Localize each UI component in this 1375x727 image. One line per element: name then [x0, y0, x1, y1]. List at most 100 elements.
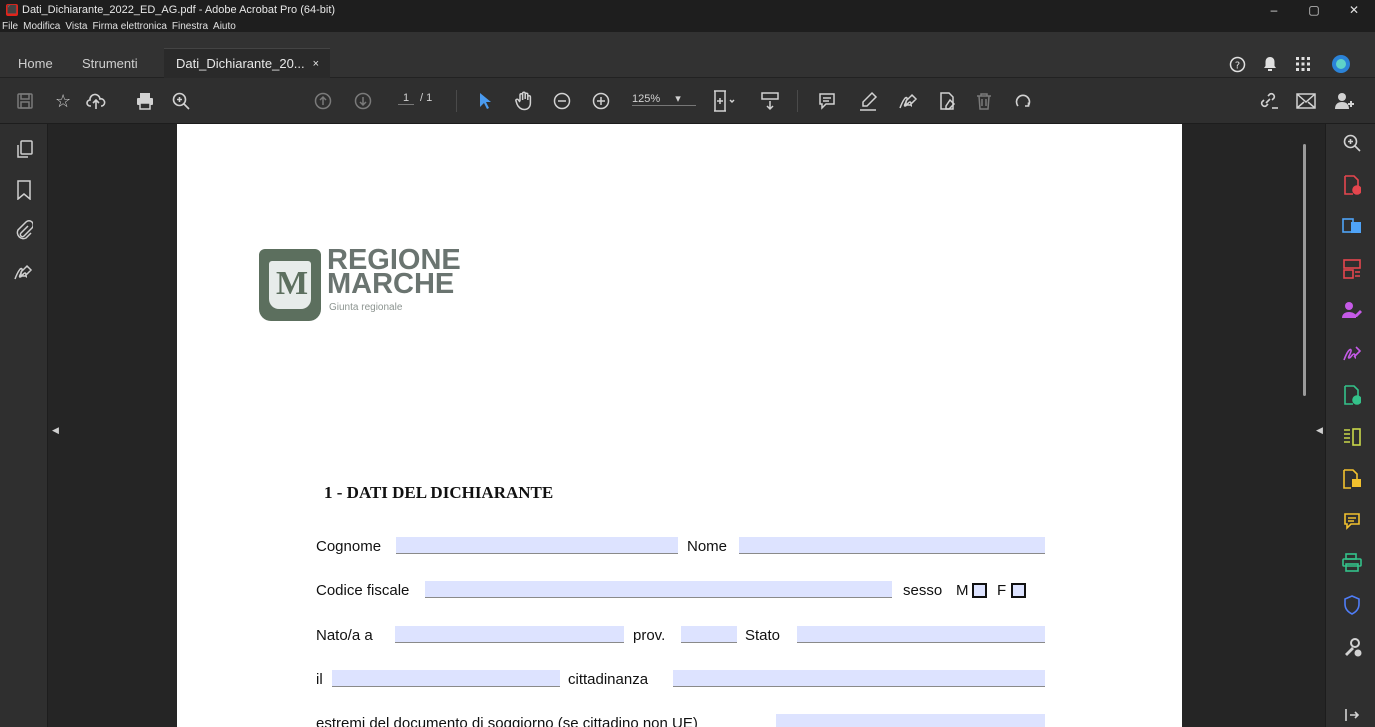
svg-text:?: ? [1234, 60, 1239, 71]
cognome-label: Cognome [316, 538, 382, 555]
menu-finestra[interactable]: Finestra [172, 21, 208, 32]
organize-pages-icon[interactable] [1341, 258, 1363, 280]
nome-label: Nome [687, 538, 728, 555]
bookmarks-icon[interactable] [12, 178, 36, 202]
vertical-scrollbar[interactable] [1301, 124, 1307, 727]
page-thumbnails-icon[interactable] [12, 138, 36, 162]
zoom-out-icon[interactable] [553, 89, 571, 113]
more-tools-icon[interactable] [1341, 636, 1363, 658]
data-nascita-field[interactable] [332, 670, 560, 687]
menu-bar: File Modifica Vista Firma elettronica Fi… [0, 20, 1375, 32]
page-number-input[interactable]: 1 [398, 92, 414, 105]
sesso-m-checkbox[interactable] [972, 583, 987, 598]
restore-button[interactable]: ▢ [1294, 0, 1334, 20]
scan-ocr-icon[interactable] [1341, 552, 1363, 574]
stato-label: Stato [745, 627, 781, 644]
cloud-upload-icon[interactable] [86, 89, 106, 113]
apps-grid-icon[interactable] [1292, 53, 1314, 75]
logo-subtitle: Giunta regionale [329, 302, 403, 313]
protect-icon[interactable] [1341, 594, 1363, 616]
nato-a-label: Nato/a a [316, 627, 373, 644]
stato-field[interactable] [797, 626, 1045, 643]
export-pdf-icon[interactable] [1341, 216, 1363, 238]
scrollbar-thumb[interactable] [1303, 144, 1306, 396]
cittadinanza-label: cittadinanza [568, 671, 649, 688]
combine-files-icon[interactable] [1341, 384, 1363, 406]
search-zoom-icon[interactable] [172, 89, 190, 113]
next-page-icon[interactable] [354, 89, 372, 113]
prov-label: prov. [633, 627, 666, 644]
title-bar: ⬛ Dati_Dichiarante_2022_ED_AG.pdf - Adob… [0, 0, 1375, 20]
share-link-icon[interactable] [1258, 89, 1280, 113]
add-user-icon[interactable] [1334, 89, 1354, 113]
close-tab-icon[interactable]: × [313, 58, 319, 70]
request-signatures-icon[interactable] [1341, 300, 1363, 322]
codice-fiscale-label: Codice fiscale [316, 582, 410, 599]
menu-modifica[interactable]: Modifica [23, 21, 60, 32]
cittadinanza-field[interactable] [673, 670, 1045, 687]
save-icon[interactable] [16, 89, 34, 113]
account-icon[interactable] [1330, 53, 1352, 75]
acrobat-app-icon: ⬛ [6, 4, 18, 16]
codice-fiscale-field[interactable] [425, 581, 892, 598]
provincia-field[interactable] [681, 626, 737, 643]
email-icon[interactable] [1296, 89, 1316, 113]
select-cursor-icon[interactable] [478, 89, 492, 113]
minimize-button[interactable]: – [1254, 0, 1294, 20]
bell-icon[interactable] [1259, 53, 1281, 75]
collapse-left-pane-icon[interactable]: ◀ [52, 425, 59, 436]
attachments-icon[interactable] [12, 218, 36, 242]
tab-document[interactable]: Dati_Dichiarante_20... × [164, 48, 330, 78]
logo-line-2: MARCHE [327, 268, 455, 300]
print-icon[interactable] [136, 89, 154, 113]
il-label: il [316, 671, 323, 688]
cognome-field[interactable] [396, 537, 678, 554]
delete-icon[interactable] [976, 89, 992, 113]
tab-strumenti[interactable]: Strumenti [70, 48, 150, 78]
section-title: 1 - DATI DEL DICHIARANTE [324, 483, 554, 502]
collapse-right-pane-icon[interactable]: ◀ [1316, 425, 1323, 436]
create-pdf-icon[interactable] [1341, 174, 1363, 196]
sesso-f-label: F [997, 582, 1007, 599]
toolbar-divider [797, 90, 798, 112]
tab-home-label: Home [18, 55, 53, 71]
comment-icon[interactable] [818, 89, 836, 113]
page-fit-icon[interactable] [712, 89, 736, 113]
close-window-button[interactable]: ✕ [1334, 0, 1374, 20]
zoom-in-icon[interactable] [592, 89, 610, 113]
sesso-label: sesso [903, 582, 943, 599]
scroll-mode-icon[interactable] [760, 89, 780, 113]
previous-page-icon[interactable] [314, 89, 332, 113]
sesso-m-label: M [956, 582, 969, 599]
estremi-documento-label: estremi del documento di soggiorno (se c… [316, 715, 698, 727]
luogo-nascita-field[interactable] [395, 626, 624, 643]
zoom-level-dropdown[interactable]: 125% ▾ [632, 92, 696, 106]
fill-sign-icon[interactable] [1341, 342, 1363, 364]
edit-pdf-tool-icon[interactable] [1341, 468, 1363, 490]
highlighter-icon[interactable] [858, 89, 878, 113]
hand-tool-icon[interactable] [514, 89, 534, 113]
comment-tool-icon[interactable] [1341, 510, 1363, 532]
enhance-zoom-icon[interactable] [1341, 132, 1363, 154]
estremi-documento-field[interactable] [776, 714, 1045, 727]
rotate-icon[interactable] [1014, 89, 1032, 113]
expand-right-pane-icon[interactable] [1341, 704, 1363, 726]
signature-panel-icon[interactable] [12, 260, 36, 284]
nome-field[interactable] [739, 537, 1045, 554]
menu-vista[interactable]: Vista [65, 21, 87, 32]
tab-bar: Home Strumenti Dati_Dichiarante_20... × … [0, 32, 1375, 78]
tab-home[interactable]: Home [6, 48, 65, 78]
bookmark-star-icon[interactable]: ☆ [55, 89, 71, 113]
menu-firma-elettronica[interactable]: Firma elettronica [92, 21, 166, 32]
zoom-level-value: 125% [632, 93, 661, 105]
help-icon[interactable]: ? [1226, 53, 1248, 75]
menu-file[interactable]: File [2, 21, 18, 32]
sesso-f-checkbox[interactable] [1011, 583, 1026, 598]
compress-pdf-icon[interactable] [1341, 426, 1363, 448]
edit-pdf-icon[interactable] [937, 89, 957, 113]
toolbar-divider [456, 90, 457, 112]
tab-strumenti-label: Strumenti [82, 55, 138, 71]
right-tools-pane [1325, 124, 1375, 727]
menu-aiuto[interactable]: Aiuto [213, 21, 236, 32]
fill-and-sign-icon[interactable] [898, 89, 920, 113]
